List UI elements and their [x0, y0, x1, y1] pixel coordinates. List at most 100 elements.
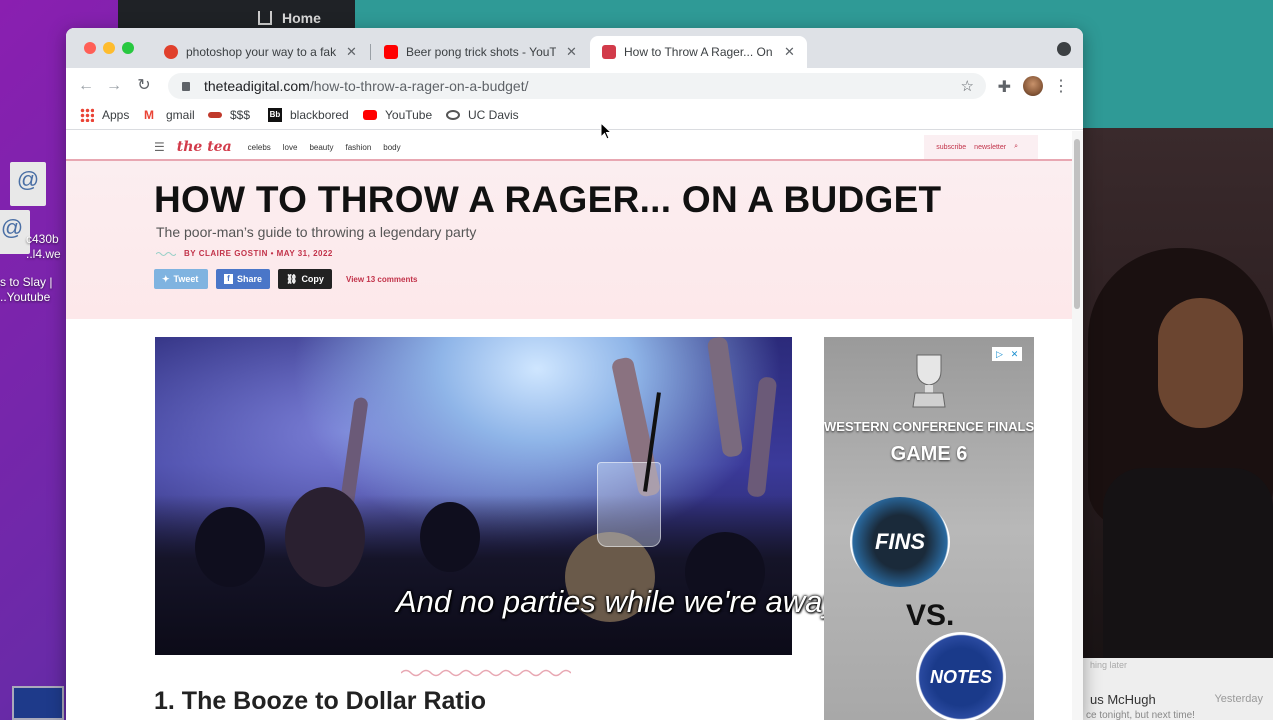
- article-headline: HOW TO THROW A RAGER... ON A BUDGET: [154, 179, 942, 220]
- video-subtitle: And no parties while we're away.: [396, 584, 845, 619]
- message-preview-top: hing later: [1090, 660, 1128, 670]
- http-file-icon[interactable]: @: [10, 162, 46, 206]
- subscribe-link[interactable]: subscribe: [936, 144, 966, 151]
- message-notification[interactable]: hing later us McHugh Yesterday ce tonigh…: [1080, 658, 1273, 720]
- nav-right-links: subscribe newsletter ⌕: [924, 135, 1038, 159]
- article-subhead: The poor-man’s guide to throwing a legen…: [156, 224, 477, 240]
- desktop-video-label[interactable]: ..Youtube: [0, 290, 50, 305]
- money-icon: [208, 112, 222, 118]
- person-face: [1158, 298, 1243, 428]
- bookmark-apps[interactable]: Apps: [80, 108, 129, 122]
- url-path: /how-to-throw-a-rager-on-a-budget/: [309, 78, 529, 94]
- menu-dots-icon[interactable]: ⋮: [1053, 76, 1069, 96]
- ad-info-icon[interactable]: ▷: [992, 347, 1007, 361]
- forward-arrow-icon[interactable]: →: [104, 76, 124, 96]
- ad-choices[interactable]: ▷ ✕: [992, 347, 1022, 361]
- nav-link-body[interactable]: body: [383, 143, 400, 152]
- bookmarks-bar: Apps M gmail $$$ Bb blackbored YouTube U…: [66, 104, 1083, 130]
- nav-link-love[interactable]: love: [283, 143, 298, 152]
- advertisement[interactable]: ▷ ✕ WESTERN CONFERENCE FINALS GAME 6 FIN…: [824, 337, 1034, 720]
- tab-beer-pong[interactable]: Beer pong trick shots - YouTu ✕: [372, 36, 589, 68]
- desktop-file-label[interactable]: ..l4.we: [26, 247, 61, 262]
- crowd-head: [285, 487, 365, 587]
- message-sender: us McHugh: [1090, 692, 1156, 707]
- bookmark-blackbored[interactable]: Bb blackbored: [268, 108, 349, 122]
- scrollbar-thumb[interactable]: [1074, 139, 1080, 309]
- bookmark-youtube[interactable]: YouTube: [363, 108, 432, 122]
- minimize-window-button[interactable]: [103, 42, 115, 54]
- ucdavis-icon: [446, 110, 460, 120]
- youtube-icon: [384, 45, 398, 59]
- web-page: ☰ the tea celebs love beauty fashion bod…: [66, 131, 1072, 720]
- close-tab-icon[interactable]: ✕: [784, 44, 795, 60]
- nav-link-celebs[interactable]: celebs: [248, 143, 271, 152]
- close-window-button[interactable]: [84, 42, 96, 54]
- home-icon: [258, 11, 272, 25]
- site-navigation: ☰ the tea celebs love beauty fashion bod…: [154, 135, 1038, 159]
- close-tab-icon[interactable]: ✕: [566, 44, 577, 60]
- wave-divider: [401, 669, 571, 677]
- article-header: HOW TO THROW A RAGER... ON A BUDGET The …: [66, 161, 1072, 319]
- tab-search-icon[interactable]: [1057, 42, 1071, 56]
- youtube-icon: [363, 110, 377, 120]
- article-byline: BY CLAIRE GOSTIN • MAY 31, 2022: [156, 249, 333, 258]
- bookmark-gmail[interactable]: M gmail: [144, 108, 195, 122]
- raised-arm: [746, 376, 778, 498]
- mouse-cursor-icon: [600, 122, 612, 140]
- site-logo[interactable]: the tea: [177, 139, 232, 155]
- trophy-icon: [912, 354, 946, 408]
- reload-icon[interactable]: ↻: [134, 76, 154, 96]
- fins-team-logo: FINS: [850, 497, 950, 587]
- tab-strip: photoshop your way to a fake ✕ Beer pong…: [66, 28, 1083, 68]
- twitter-icon: ✦: [162, 273, 170, 284]
- desktop-thumbnail[interactable]: [12, 686, 64, 720]
- the-tea-icon: [602, 45, 616, 59]
- apps-grid-icon: [80, 108, 94, 122]
- copy-link-button[interactable]: ⛓ Copy: [278, 269, 332, 289]
- nav-link-beauty[interactable]: beauty: [309, 143, 333, 152]
- section-heading: 1. The Booze to Dollar Ratio: [154, 687, 486, 715]
- close-tab-icon[interactable]: ✕: [346, 44, 357, 60]
- search-icon[interactable]: ⌕: [1014, 143, 1018, 151]
- ad-headline: WESTERN CONFERENCE FINALS: [824, 419, 1034, 434]
- view-comments-link[interactable]: View 13 comments: [346, 275, 417, 284]
- raised-arm: [706, 337, 744, 458]
- desktop-window-behind: Home: [118, 0, 355, 30]
- link-icon: ⛓: [286, 273, 298, 284]
- address-bar[interactable]: theteadigital.com/how-to-throw-a-rager-o…: [168, 73, 986, 99]
- crowd-head: [195, 507, 265, 587]
- desktop-video-label[interactable]: s to Slay |: [0, 275, 52, 290]
- facebook-share-button[interactable]: f Share: [216, 269, 270, 289]
- profile-avatar[interactable]: [1023, 76, 1043, 96]
- person-body: [1103, 468, 1273, 658]
- extensions-puzzle-icon[interactable]: ✚: [998, 77, 1011, 97]
- hamburger-menu-icon[interactable]: ☰: [154, 140, 165, 154]
- maximize-window-button[interactable]: [122, 42, 134, 54]
- crowd-head: [420, 502, 480, 572]
- plastic-cup: [597, 462, 661, 547]
- blackboard-icon: Bb: [268, 108, 282, 122]
- ad-game-number: GAME 6: [890, 443, 968, 465]
- facebook-icon: f: [224, 274, 233, 284]
- desktop-file-label[interactable]: c430b: [26, 232, 59, 247]
- bookmark-ucdavis[interactable]: UC Davis: [446, 108, 519, 122]
- home-link[interactable]: Home: [258, 10, 321, 26]
- tab-separator: [370, 44, 371, 60]
- bookmark-star-icon[interactable]: ☆: [961, 77, 974, 95]
- message-preview: ce tonight, but next time!: [1086, 710, 1195, 720]
- tab-rager-article[interactable]: How to Throw A Rager... On a ✕: [590, 36, 807, 68]
- page-scrollbar[interactable]: [1072, 131, 1083, 720]
- tab-photoshop[interactable]: photoshop your way to a fake ✕: [152, 36, 369, 68]
- ad-close-icon[interactable]: ✕: [1007, 347, 1022, 361]
- back-arrow-icon[interactable]: ←: [76, 76, 96, 96]
- squiggle-icon: [156, 251, 176, 256]
- tweet-button[interactable]: ✦ Tweet: [154, 269, 208, 289]
- video-call-panel: [1083, 128, 1273, 658]
- notes-team-logo: NOTES: [916, 632, 1006, 720]
- browser-window: photoshop your way to a fake ✕ Beer pong…: [66, 28, 1083, 720]
- reddit-icon: [164, 45, 178, 59]
- nav-link-fashion[interactable]: fashion: [345, 143, 371, 152]
- share-buttons: ✦ Tweet f Share ⛓ Copy View 13 comments: [154, 269, 417, 289]
- bookmark-money[interactable]: $$$: [208, 108, 250, 122]
- newsletter-link[interactable]: newsletter: [974, 144, 1006, 151]
